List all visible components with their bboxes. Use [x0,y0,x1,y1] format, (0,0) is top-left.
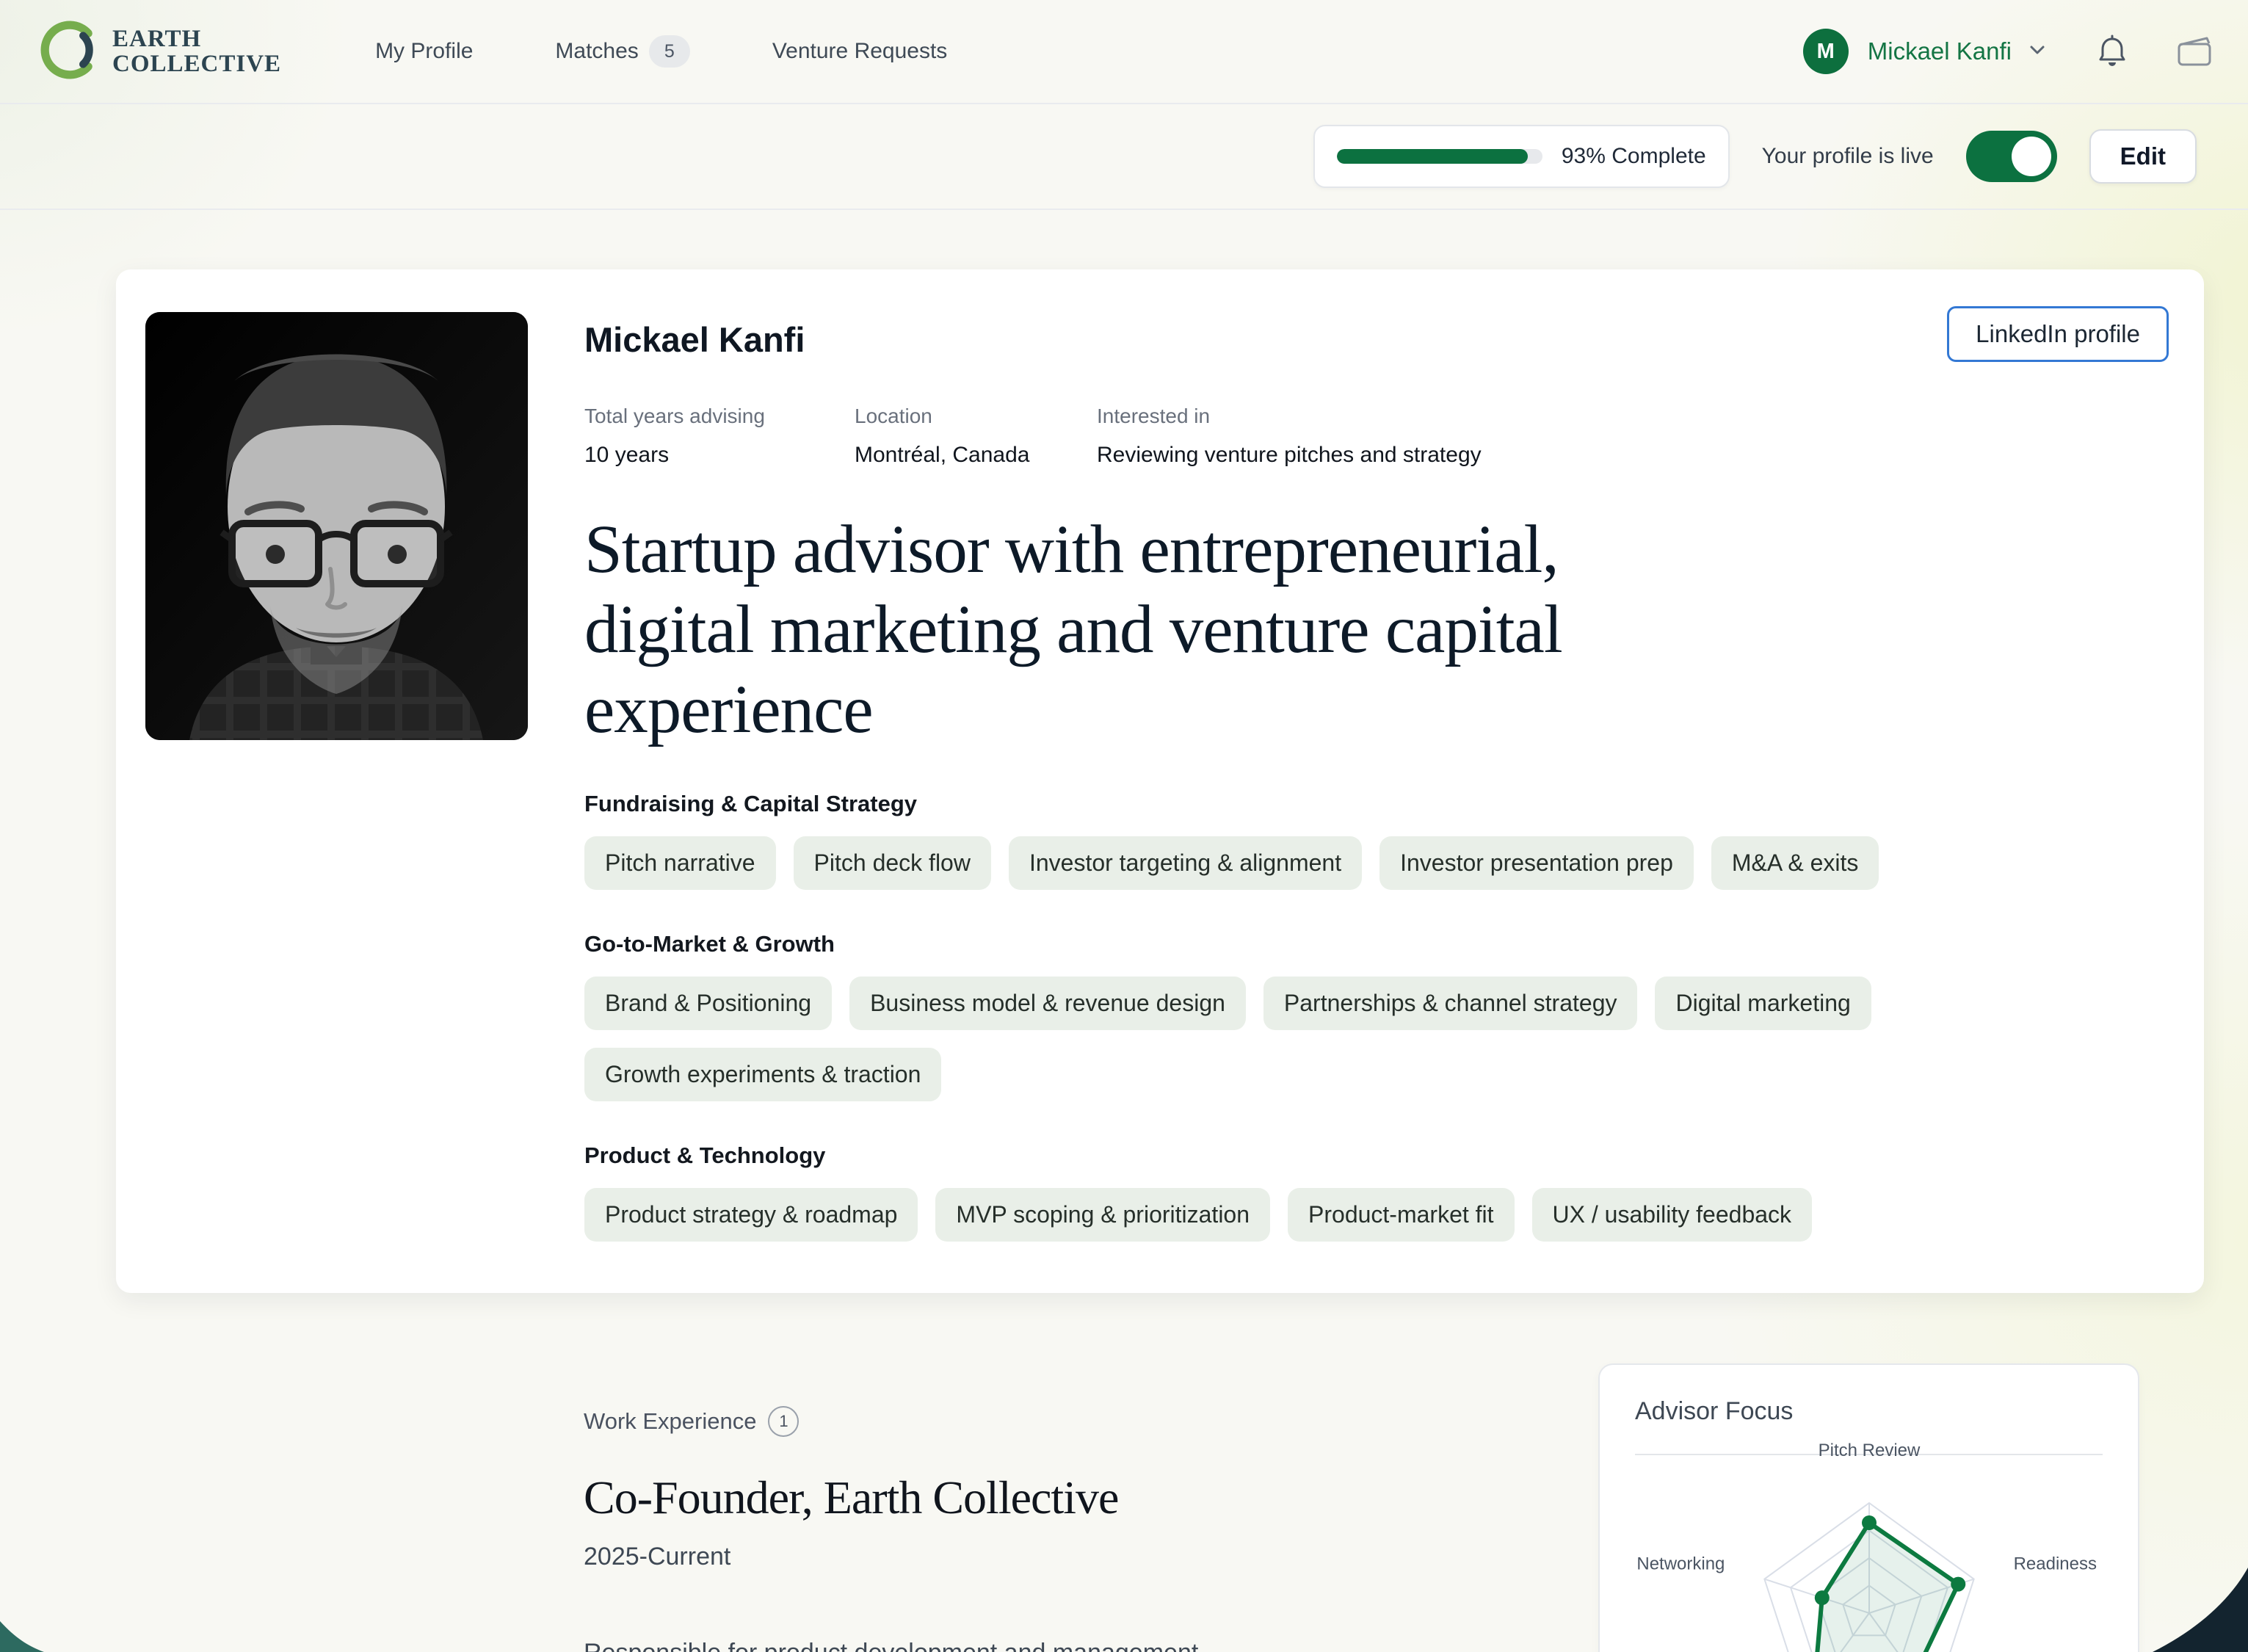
meta-interested-in: Interested in Reviewing venture pitches … [1097,405,1482,467]
profile-live-label: Your profile is live [1761,144,1934,168]
layout-spacer [116,1363,584,1652]
nav-item-matches[interactable]: Matches 5 [555,35,690,68]
top-nav-bar: EARTH COLLECTIVE My Profile Matches 5 Ve… [0,0,2248,104]
skill-tag: Investor presentation prep [1379,836,1694,891]
work-period: 2025-Current [584,1543,731,1571]
nav-item-venture-requests[interactable]: Venture Requests [772,39,948,64]
profile-meta: Total years advising 10 years Location M… [584,405,2169,468]
profile-completion-widget: 93% Complete [1313,125,1730,188]
work-experience-count-icon: 1 [768,1406,800,1437]
toggle-knob [2011,137,2051,176]
profile-card: Mickael Kanfi LinkedIn profile Total yea… [116,269,2204,1294]
advisor-focus-card: Advisor Focus Pitch Review Readiness Netwo… [1598,1363,2139,1652]
profile-live-toggle[interactable] [1965,131,2057,182]
wallet-button[interactable] [2176,35,2213,68]
edit-profile-button[interactable]: Edit [2089,129,2197,184]
skill-tag: Pitch deck flow [793,836,991,891]
skill-tag: Business model & revenue design [849,977,1246,1031]
progress-bar-fill [1336,149,1529,164]
skill-group-gtm: Go-to-Market & Growth Brand & Positionin… [584,931,2169,1102]
chevron-down-icon [2026,39,2048,65]
brand-logo-text: EARTH COLLECTIVE [112,25,282,77]
profile-status-bar: 93% Complete Your profile is live Edit [0,104,2248,210]
work-role: Co-Founder, Earth Collective [584,1471,1119,1524]
corner-decoration-teal [0,1621,44,1652]
notifications-button[interactable] [2097,35,2128,68]
avatar: M [1802,29,1849,74]
user-name: Mickael Kanfi [1867,37,2012,65]
skill-tag: Product strategy & roadmap [584,1188,918,1242]
skill-tag: MVP scoping & prioritization [935,1188,1271,1242]
svg-text:Networking: Networking [1636,1554,1725,1574]
skill-tag: Partnerships & channel strategy [1263,977,1638,1031]
advisor-focus-title: Advisor Focus [1635,1397,1794,1425]
skill-group-product: Product & Technology Product strategy & … [584,1142,2169,1242]
skill-tag: Digital marketing [1655,977,1871,1031]
meta-location: Location Montréal, Canada [855,405,1030,467]
wallet-icon [2176,37,2213,70]
advisor-focus-radar-chart: Pitch Review Readiness Networking [1635,1441,2103,1652]
bell-icon [2097,35,2128,70]
user-menu[interactable]: M Mickael Kanfi [1802,29,2048,74]
skill-tag: Investor targeting & alignment [1008,836,1363,891]
main-nav: My Profile Matches 5 Venture Requests [375,35,947,68]
meta-total-years: Total years advising 10 years [584,405,765,467]
svg-text:Pitch Review: Pitch Review [1818,1441,1920,1460]
matches-count-badge: 5 [648,35,690,68]
skill-tag: M&A & exits [1711,836,1879,891]
skill-tag: Growth experiments & traction [584,1048,942,1102]
progress-label: 93% Complete [1561,144,1706,168]
nav-item-my-profile[interactable]: My Profile [375,39,473,64]
brand-logo-icon [40,21,99,83]
profile-photo [145,312,528,740]
profile-name: Mickael Kanfi [584,320,805,359]
work-experience-title: Work Experience [584,1408,757,1434]
work-description: Responsible for product development and … [584,1639,1598,1652]
profile-headline: Startup advisor with entrepreneurial, di… [584,512,1563,747]
linkedin-profile-button[interactable]: LinkedIn profile [1947,306,2169,362]
corner-decoration-navy [2153,1568,2248,1652]
page: EARTH COLLECTIVE My Profile Matches 5 Ve… [0,0,2248,1652]
progress-bar-track [1336,149,1542,164]
skill-tag: UX / usability feedback [1531,1188,1813,1242]
skill-tag: Pitch narrative [584,836,776,891]
skill-tag: Product-market fit [1288,1188,1515,1242]
svg-text:Readiness: Readiness [2013,1554,2096,1574]
brand-logo[interactable]: EARTH COLLECTIVE [40,21,281,83]
work-experience-section: Work Experience 1 Co-Founder, Earth Coll… [584,1363,1598,1652]
skill-group-fundraising: Fundraising & Capital Strategy Pitch nar… [584,791,2169,891]
skill-tag: Brand & Positioning [584,977,833,1031]
